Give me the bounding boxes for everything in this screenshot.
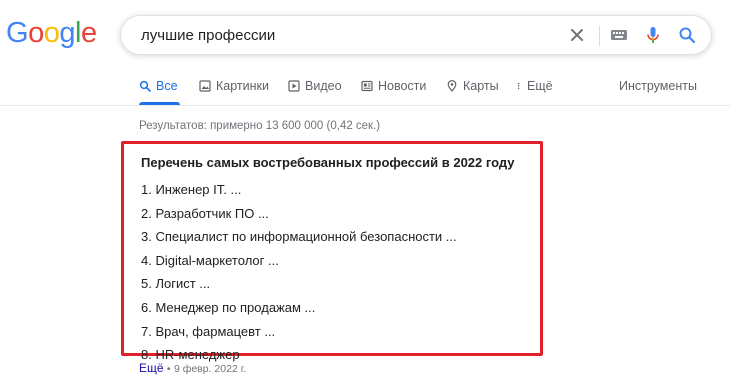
tab-maps[interactable]: Карты	[446, 79, 499, 105]
more-link[interactable]: Ещё	[139, 361, 164, 375]
logo-letter: e	[80, 17, 97, 49]
tab-label: Карты	[463, 79, 499, 93]
list-item: 4. Digital-маркетолог ...	[141, 252, 279, 268]
list-item: 6. Менеджер по продажам ...	[141, 299, 316, 315]
separator: •	[166, 363, 171, 375]
search-box	[120, 15, 712, 55]
image-icon	[199, 80, 211, 92]
featured-snippet: Перечень самых востребованных профессий …	[121, 141, 543, 362]
search-icon	[139, 80, 151, 92]
tab-label: Картинки	[216, 79, 269, 93]
tools-button[interactable]: Инструменты	[619, 79, 697, 93]
list-item: 5. Логист ...	[141, 276, 211, 292]
search-icon[interactable]	[677, 25, 697, 45]
snippet-list: 1. Инженер IT. ... 2. Разработчик ПО ...…	[141, 178, 457, 367]
tab-video[interactable]: Видео	[288, 79, 342, 105]
snippet-title: Перечень самых востребованных профессий …	[141, 155, 515, 170]
keyboard-icon[interactable]	[609, 25, 629, 45]
snippet-date: 9 февр. 2022 г.	[173, 363, 247, 375]
tabs-divider	[0, 105, 730, 106]
logo-letter: g	[59, 17, 75, 49]
tab-more[interactable]: Ещё	[516, 79, 553, 105]
tab-label: Новости	[378, 79, 427, 93]
list-item: 3. Специалист по информационной безопасн…	[141, 229, 457, 245]
tab-all[interactable]: Все	[139, 79, 180, 105]
microphone-icon[interactable]	[643, 25, 663, 45]
logo-letter: G	[6, 17, 29, 49]
video-icon	[288, 80, 300, 92]
tab-images[interactable]: Картинки	[199, 79, 269, 105]
map-pin-icon	[447, 80, 457, 92]
result-stats: Результатов: примерно 13 600 000 (0,42 с…	[139, 120, 381, 132]
news-icon	[361, 80, 373, 92]
google-logo[interactable]: Google	[6, 16, 97, 50]
logo-letter: o	[28, 17, 44, 49]
logo-letter: o	[43, 17, 60, 49]
tab-news[interactable]: Новости	[361, 79, 426, 105]
close-icon[interactable]	[567, 25, 587, 45]
more-row: Ещё • 9 февр. 2022 г.	[139, 361, 246, 375]
more-vertical-icon	[517, 82, 520, 90]
tab-label: Ещё	[527, 79, 553, 93]
list-item: 2. Разработчик ПО ...	[141, 205, 269, 221]
search-divider	[599, 26, 600, 46]
list-item: 1. Инженер IT. ...	[141, 182, 242, 197]
list-item: 7. Врач, фармацевт ...	[141, 323, 276, 339]
search-input[interactable]	[141, 25, 561, 45]
tab-label: Видео	[305, 79, 342, 93]
tab-label: Все	[156, 79, 178, 93]
search-tabs: Все Картинки Видео Новости Карты Ещё Инс…	[0, 79, 730, 105]
